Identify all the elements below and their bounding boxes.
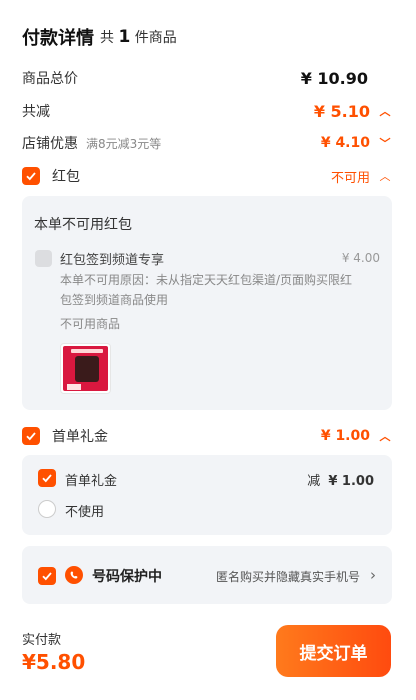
shield-icon: [65, 566, 83, 584]
privacy-panel[interactable]: 号码保护中 匿名购买并隐藏真实手机号 ›: [22, 546, 392, 604]
privacy-desc: 匿名购买并隐藏真实手机号: [215, 570, 360, 584]
redpacket-row[interactable]: 红包 不可用 ︿: [22, 165, 392, 187]
gift-option-value: ¥ 1.00: [328, 474, 374, 489]
discount-row[interactable]: 共减 ¥ 5.10 ︿: [22, 100, 392, 122]
check-icon: [26, 172, 36, 181]
item-count: 共 1 件商品: [100, 27, 177, 47]
unavailable-reason: 本单不可用原因：未从指定天天红包渠道/页面购买限红包签到频道商品使用: [60, 273, 353, 307]
redpacket-status: 不可用: [330, 170, 370, 186]
chevron-up-icon[interactable]: ︿: [378, 103, 392, 119]
privacy-label: 号码保护中: [92, 569, 162, 585]
page-title: 付款详情: [22, 28, 94, 49]
panel-title: 本单不可用红包: [34, 217, 132, 233]
chevron-down-icon[interactable]: ﹀: [378, 135, 392, 151]
total-row: 商品总价 ¥ 10.90: [22, 68, 368, 88]
no-gift-label: 不使用: [65, 505, 105, 520]
discount-value: ¥ 5.10: [313, 101, 370, 121]
redpacket-item-name: 红包签到频道专享: [60, 253, 165, 268]
product-thumbnail[interactable]: [60, 343, 111, 394]
gift-panel: 首单礼金 减 ¥ 1.00 不使用: [22, 455, 392, 535]
gift-option-label: 首单礼金: [65, 474, 118, 489]
redpacket-item-checkbox: [35, 250, 52, 267]
shop-discount-value: ¥ 4.10: [320, 135, 370, 151]
redpacket-checkbox[interactable]: [22, 167, 40, 185]
shop-discount-row[interactable]: 店铺优惠 满8元减3元等 ¥ 4.10 ﹀: [22, 132, 392, 154]
gift-option-1[interactable]: [38, 469, 56, 488]
privacy-checkbox[interactable]: [38, 567, 56, 585]
gift-checkbox[interactable]: [22, 427, 40, 445]
redpacket-item-value: ¥ 4.00: [341, 251, 380, 265]
check-icon: [26, 432, 36, 441]
no-gift-radio[interactable]: [38, 500, 56, 518]
gift-value: ¥ 1.00: [320, 428, 370, 444]
chevron-up-icon[interactable]: ︿: [378, 168, 392, 184]
gift-option-checkbox[interactable]: [38, 469, 56, 487]
check-icon: [42, 572, 52, 581]
submit-order-button[interactable]: 提交订单: [276, 625, 391, 677]
paid-label: 实付款: [22, 633, 62, 648]
chevron-up-icon[interactable]: ︿: [378, 428, 392, 444]
paid-amount: ¥5.80: [22, 650, 86, 674]
chevron-right-icon[interactable]: ›: [370, 566, 376, 584]
gift-row[interactable]: 首单礼金 ¥ 1.00 ︿: [22, 425, 392, 447]
check-icon: [42, 474, 52, 483]
unusable-goods-label: 不可用商品: [60, 317, 121, 331]
total-value: ¥ 10.90: [300, 68, 368, 88]
redpacket-panel: 本单不可用红包 红包签到频道专享 ¥ 4.00 本单不可用原因：未从指定天天红包…: [22, 196, 392, 410]
